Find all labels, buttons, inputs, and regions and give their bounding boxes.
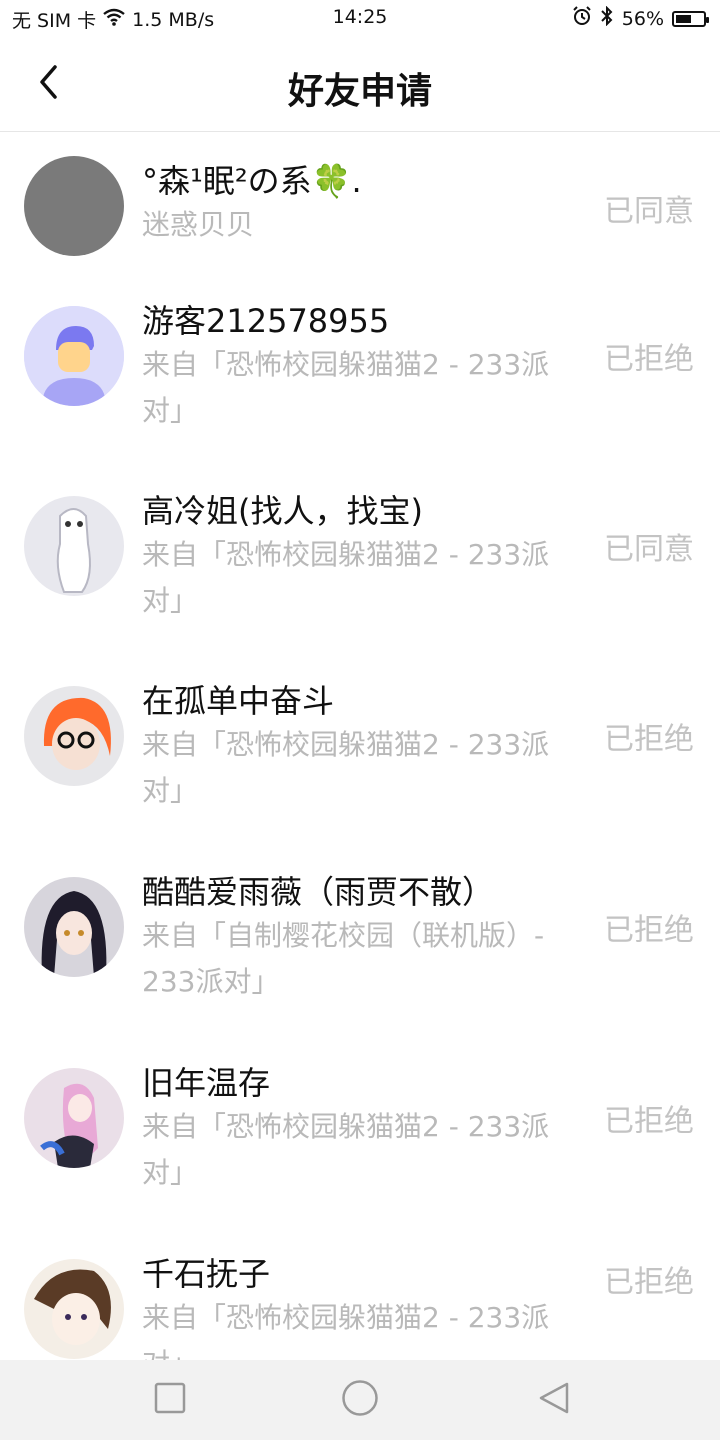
- default-avatar-icon: [24, 306, 124, 406]
- system-back-button[interactable]: [534, 1380, 574, 1420]
- avatar-figure-icon: [43, 697, 111, 770]
- request-text: 旧年温存 来自「恐怖校园躲猫猫2 - 233派对」: [142, 1062, 582, 1196]
- request-text: 高冷姐(找人，找宝) 来自「恐怖校园躲猫猫2 - 233派对」: [142, 490, 582, 624]
- bluetooth-icon: [600, 5, 614, 31]
- battery-percent: 56%: [621, 7, 664, 30]
- request-text: 在孤单中奋斗 来自「恐怖校园躲猫猫2 - 233派对」: [142, 680, 582, 814]
- request-name: 在孤单中奋斗: [142, 682, 335, 720]
- request-status: 已拒绝: [604, 342, 694, 377]
- avatar-figure-icon: [34, 1269, 111, 1345]
- request-status: 已拒绝: [604, 722, 694, 757]
- avatar[interactable]: [24, 496, 124, 596]
- circle-icon: [341, 1379, 379, 1421]
- request-source: 来自「恐怖校园躲猫猫2 - 233派对」: [142, 538, 550, 617]
- request-source: 迷惑贝贝: [142, 208, 255, 241]
- request-text: 游客212578955 来自「恐怖校园躲猫猫2 - 233派对」: [142, 300, 582, 434]
- request-name: 游客212578955: [142, 302, 390, 340]
- home-button[interactable]: [340, 1380, 380, 1420]
- request-source: 来自「恐怖校园躲猫猫2 - 233派对」: [142, 1301, 550, 1360]
- request-name: 高冷姐(找人，找宝): [142, 492, 423, 530]
- header: 好友申请: [0, 36, 720, 132]
- system-nav-bar: [0, 1360, 720, 1440]
- request-status: 已拒绝: [604, 913, 694, 948]
- triangle-back-icon: [537, 1381, 571, 1419]
- avatar[interactable]: [24, 1259, 124, 1359]
- list-item[interactable]: °森¹眠²の系🍀. 迷惑贝贝 已同意: [0, 132, 720, 272]
- request-text: 酷酷爱雨薇（雨贾不散） 来自「自制樱花校园（联机版）- 233派对」: [142, 871, 582, 1005]
- avatar[interactable]: [24, 686, 124, 786]
- alarm-icon: [572, 6, 592, 31]
- request-status: 已拒绝: [604, 1265, 694, 1300]
- request-source: 来自「恐怖校园躲猫猫2 - 233派对」: [142, 728, 550, 807]
- list-item[interactable]: 游客212578955 来自「恐怖校园躲猫猫2 - 233派对」 已拒绝: [0, 272, 720, 462]
- page-title: 好友申请: [287, 71, 432, 112]
- avatar[interactable]: [24, 156, 124, 256]
- recent-apps-button[interactable]: [150, 1380, 190, 1420]
- avatar-figure-icon: [41, 891, 107, 977]
- status-bar: 无 SIM 卡 1.5 MB/s 14:25 56%: [0, 0, 720, 36]
- avatar[interactable]: [24, 877, 124, 977]
- request-name: 千石抚子: [142, 1255, 271, 1293]
- avatar[interactable]: [24, 306, 124, 406]
- list-item[interactable]: 酷酷爱雨薇（雨贾不散） 来自「自制樱花校园（联机版）- 233派对」 已拒绝: [0, 843, 720, 1034]
- list-item[interactable]: 千石抚子 来自「恐怖校园躲猫猫2 - 233派对」 已拒绝: [0, 1225, 720, 1360]
- request-source: 来自「恐怖校园躲猫猫2 - 233派对」: [142, 1110, 550, 1189]
- request-name: 酷酷爱雨薇（雨贾不散）: [142, 873, 495, 911]
- list-item[interactable]: 在孤单中奋斗 来自「恐怖校园躲猫猫2 - 233派对」 已拒绝: [0, 652, 720, 843]
- request-name: °森¹眠²の系🍀.: [142, 162, 362, 200]
- avatar-figure-icon: [56, 508, 91, 593]
- request-text: 千石抚子 来自「恐怖校园躲猫猫2 - 233派对」: [142, 1253, 582, 1360]
- list-item[interactable]: 旧年温存 来自「恐怖校园躲猫猫2 - 233派对」 已拒绝: [0, 1034, 720, 1225]
- status-right: 56%: [572, 5, 709, 31]
- request-status: 已同意: [604, 194, 694, 229]
- avatar[interactable]: [24, 1068, 124, 1168]
- request-name: 旧年温存: [142, 1064, 271, 1102]
- list-item[interactable]: 高冷姐(找人，找宝) 来自「恐怖校园躲猫猫2 - 233派对」 已同意: [0, 462, 720, 652]
- request-source: 来自「自制樱花校园（联机版）- 233派对」: [142, 919, 545, 998]
- request-text: °森¹眠²の系🍀. 迷惑贝贝: [142, 160, 582, 248]
- request-status: 已拒绝: [604, 1104, 694, 1139]
- battery-icon: [672, 10, 709, 27]
- avatar-figure-icon: [40, 1083, 98, 1168]
- square-icon: [154, 1382, 186, 1418]
- request-source: 来自「恐怖校园躲猫猫2 - 233派对」: [142, 348, 550, 427]
- friend-request-list[interactable]: °森¹眠²の系🍀. 迷惑贝贝 已同意 游客212578955 来自「恐怖校园躲猫…: [0, 132, 720, 1360]
- request-status: 已同意: [604, 532, 694, 567]
